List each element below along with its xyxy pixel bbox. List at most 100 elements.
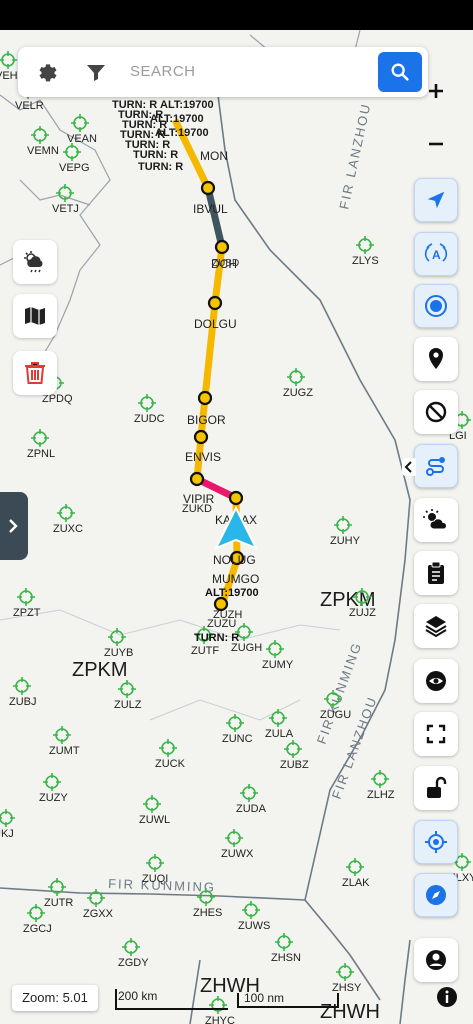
delete-button[interactable] bbox=[13, 351, 57, 395]
waypoint-label: ENVIS bbox=[185, 450, 221, 464]
svg-text:ALT:19700: ALT:19700 bbox=[155, 127, 209, 139]
waypoint-marker[interactable] bbox=[193, 429, 209, 445]
trash-icon bbox=[25, 362, 45, 384]
chevron-right-icon bbox=[9, 519, 18, 533]
airport-label: ZUWL bbox=[139, 814, 170, 826]
weather-button[interactable] bbox=[13, 240, 57, 284]
airport-label: ZHES bbox=[193, 907, 222, 919]
waypoint-marker[interactable] bbox=[189, 471, 205, 487]
layers-button[interactable] bbox=[414, 604, 458, 648]
eye-icon bbox=[426, 671, 446, 691]
compass-icon bbox=[426, 885, 446, 905]
collapse-handle[interactable] bbox=[402, 458, 416, 476]
search-input[interactable]: SEARCH bbox=[130, 63, 196, 80]
record-circle-icon bbox=[425, 295, 447, 317]
crosshair-icon bbox=[425, 831, 447, 853]
airport-label: ZUTF bbox=[191, 645, 219, 657]
airport-label: ZGDY bbox=[118, 957, 149, 969]
svg-text:TURN: R: TURN: R bbox=[133, 149, 178, 161]
svg-text:ALT:19700: ALT:19700 bbox=[150, 113, 204, 125]
zoom-in-button[interactable] bbox=[414, 69, 458, 113]
waypoint-label: DOLGU bbox=[194, 317, 237, 331]
waypoint-label: BIGOR bbox=[187, 413, 226, 427]
filter-icon[interactable] bbox=[84, 60, 108, 84]
airport-radio-button[interactable]: A bbox=[414, 232, 458, 276]
airport-label: ZUZY bbox=[39, 792, 68, 804]
side-drawer-handle[interactable] bbox=[0, 492, 28, 560]
zoom-level: Zoom: 5.01 bbox=[12, 985, 98, 1011]
navigation-button[interactable] bbox=[414, 178, 458, 222]
airport-label: ZUQI bbox=[142, 873, 168, 885]
compass-button[interactable] bbox=[414, 873, 458, 917]
airport-label: ZUWS bbox=[238, 920, 270, 932]
map-canvas[interactable]: FIR LANZHOU FIR KUNMING FIR KUNMING FIR … bbox=[0, 0, 473, 1024]
block-icon bbox=[425, 401, 447, 423]
radio-tower-icon: A bbox=[424, 243, 448, 262]
airport-label: ZULZ bbox=[114, 699, 142, 711]
waypoint-marker[interactable] bbox=[200, 180, 216, 196]
waypoint-marker[interactable] bbox=[197, 390, 213, 406]
partly-cloudy-icon bbox=[423, 509, 448, 530]
airport-label: ZUBZ bbox=[280, 759, 309, 771]
chevron-left-icon bbox=[404, 461, 412, 473]
map-layers-button[interactable] bbox=[13, 294, 57, 338]
no-fly-button[interactable] bbox=[414, 390, 458, 434]
airport-label: ZHSN bbox=[271, 952, 301, 964]
airport-label: ZUBJ bbox=[9, 696, 37, 708]
route-icon bbox=[426, 457, 445, 476]
scale-nm-label: 100 nm bbox=[244, 991, 285, 1005]
record-button[interactable] bbox=[414, 284, 458, 328]
waypoint-marker[interactable] bbox=[228, 490, 244, 506]
fullscreen-button[interactable] bbox=[414, 712, 458, 756]
account-icon bbox=[426, 950, 446, 970]
unlock-icon bbox=[427, 776, 447, 798]
airport-label: ZUGZ bbox=[283, 387, 313, 399]
airport-label: ZLHZ bbox=[367, 789, 395, 801]
airport-label: ZUWX bbox=[221, 848, 254, 860]
search-icon bbox=[391, 63, 409, 81]
altitude-label: ALT:19700 bbox=[205, 587, 259, 599]
airport-label: ZPNL bbox=[27, 448, 55, 460]
center-location-button[interactable] bbox=[414, 820, 458, 864]
airport-label: ZUCK bbox=[155, 758, 186, 770]
airport-label: ZUMT bbox=[49, 745, 80, 757]
airport-label: ZGCJ bbox=[23, 923, 52, 935]
search-bar[interactable]: SEARCH bbox=[18, 47, 428, 97]
svg-text:TURN: R: TURN: R bbox=[138, 161, 183, 173]
scale-km-label: 200 km bbox=[118, 989, 158, 1003]
settings-icon[interactable] bbox=[34, 60, 58, 84]
route-button[interactable] bbox=[414, 444, 458, 488]
location-pin-button[interactable] bbox=[414, 337, 458, 381]
profile-button[interactable] bbox=[414, 938, 458, 982]
airport-label: ZGXX bbox=[83, 908, 114, 920]
airport-label: ZUDC bbox=[134, 413, 165, 425]
lock-button[interactable] bbox=[414, 766, 458, 810]
zoom-out-button[interactable] bbox=[414, 122, 458, 166]
waypoint-marker[interactable] bbox=[207, 295, 223, 311]
svg-text:ALT:19700: ALT:19700 bbox=[160, 99, 214, 111]
airport-label: ZUXC bbox=[53, 523, 83, 535]
airport-label: ZUDA bbox=[236, 803, 267, 815]
weather-rain-icon bbox=[24, 251, 43, 273]
waypoint-marker[interactable] bbox=[214, 239, 230, 255]
weather-overlay-button[interactable] bbox=[414, 498, 458, 542]
airport-label: ZULA bbox=[265, 728, 294, 740]
navigation-arrow-icon bbox=[427, 191, 445, 209]
airport-label: ZUYB bbox=[104, 647, 133, 659]
view-toggle-button[interactable] bbox=[414, 659, 458, 703]
airport-label: ZLYS bbox=[352, 255, 379, 267]
airport-label: ZHYC bbox=[205, 1015, 235, 1024]
airport-label: VEAN bbox=[67, 133, 97, 145]
clipboard-icon bbox=[428, 561, 444, 584]
waypoint-label: ZUKD bbox=[182, 503, 212, 515]
waypoint-label: MON bbox=[200, 149, 228, 163]
waypoint-label: ZUZU bbox=[207, 618, 236, 630]
plus-icon bbox=[429, 84, 443, 98]
region-label: ZPKM bbox=[72, 659, 128, 681]
info-icon[interactable] bbox=[436, 986, 458, 1008]
airport-label: ZUHY bbox=[330, 535, 361, 547]
clipboard-button[interactable] bbox=[414, 551, 458, 595]
map-icon bbox=[25, 307, 45, 325]
airport-label: VEMN bbox=[27, 145, 59, 157]
svg-text:A: A bbox=[432, 248, 441, 262]
